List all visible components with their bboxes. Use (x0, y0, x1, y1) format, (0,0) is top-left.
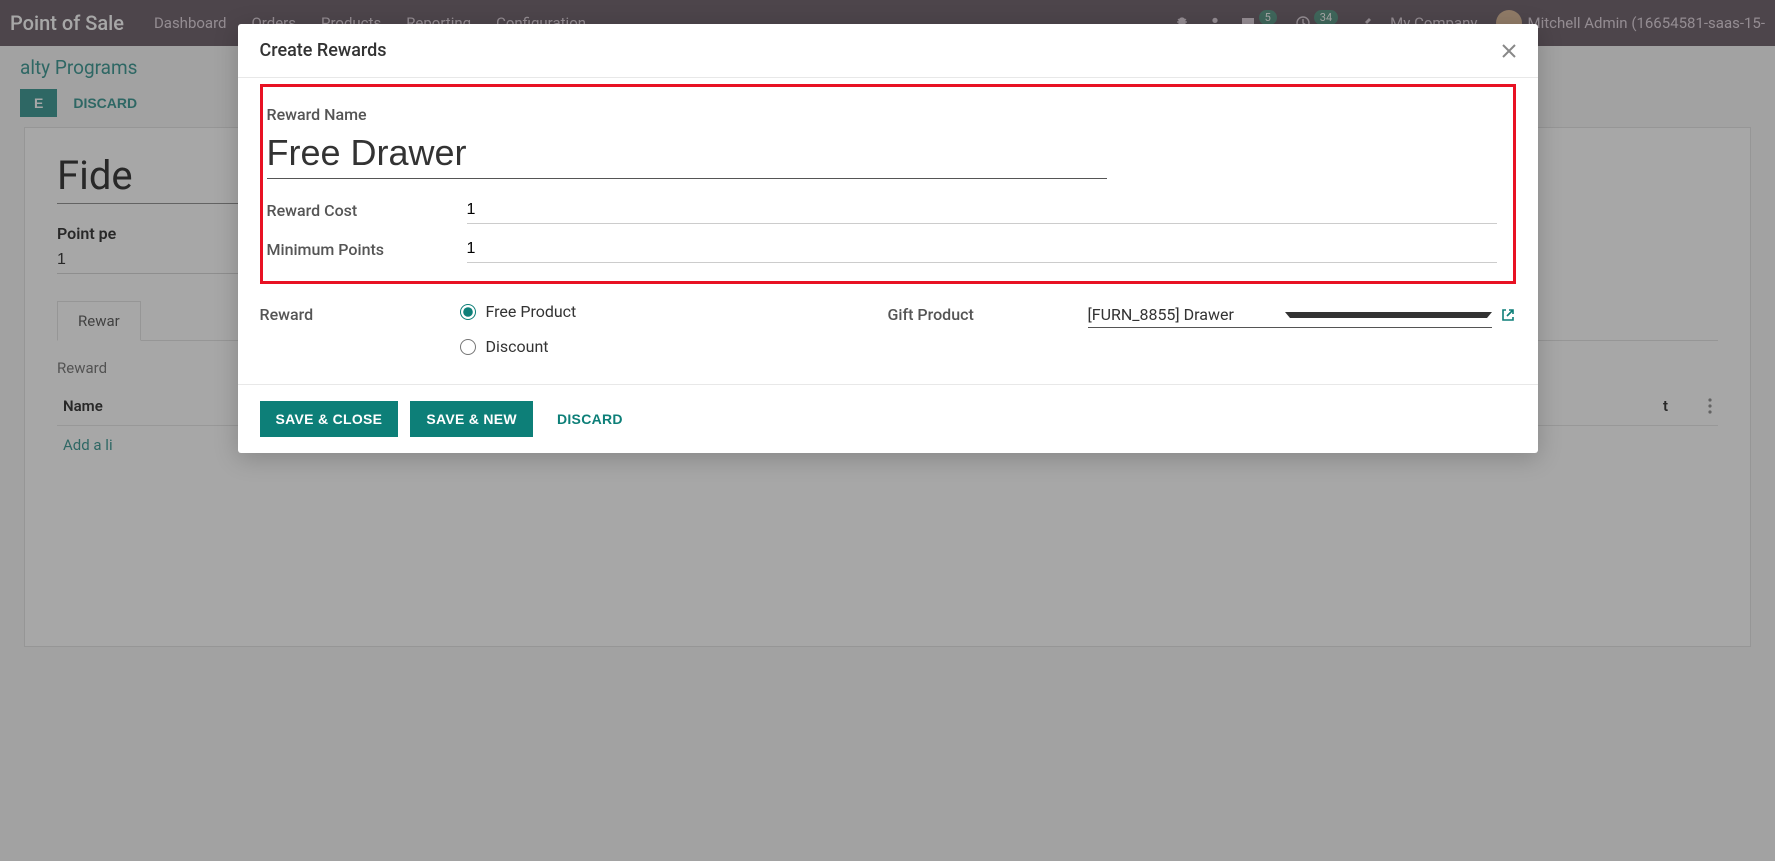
save-new-button[interactable]: SAVE & NEW (410, 401, 533, 437)
gift-product-label: Gift Product (888, 302, 1088, 324)
close-icon (1502, 44, 1516, 58)
modal-title: Create Rewards (260, 40, 387, 61)
radio-discount[interactable]: Discount (460, 337, 888, 356)
create-rewards-modal: Create Rewards Reward Name Reward Cost M… (238, 24, 1538, 453)
close-button[interactable] (1502, 44, 1516, 58)
reward-cost-input[interactable] (467, 197, 1497, 224)
save-close-button[interactable]: SAVE & CLOSE (260, 401, 399, 437)
radio-discount-input[interactable] (460, 339, 476, 355)
highlight-region: Reward Name Reward Cost Minimum Points (260, 84, 1516, 284)
external-link-icon[interactable] (1500, 307, 1516, 323)
minimum-points-label: Minimum Points (267, 240, 467, 259)
gift-product-select[interactable]: [FURN_8855] Drawer (1088, 302, 1492, 328)
radio-discount-label: Discount (486, 337, 549, 356)
gift-product-value: [FURN_8855] Drawer (1088, 305, 1285, 324)
radio-free-product[interactable]: Free Product (460, 302, 888, 321)
reward-name-input[interactable] (267, 130, 1107, 179)
minimum-points-input[interactable] (467, 236, 1497, 263)
reward-label: Reward (260, 302, 460, 324)
radio-free-product-input[interactable] (460, 304, 476, 320)
reward-cost-label: Reward Cost (267, 201, 467, 220)
reward-name-label: Reward Name (267, 105, 1497, 124)
chevron-down-icon[interactable] (1285, 312, 1492, 318)
modal-discard-button[interactable]: DISCARD (545, 401, 635, 437)
radio-free-product-label: Free Product (486, 302, 577, 321)
